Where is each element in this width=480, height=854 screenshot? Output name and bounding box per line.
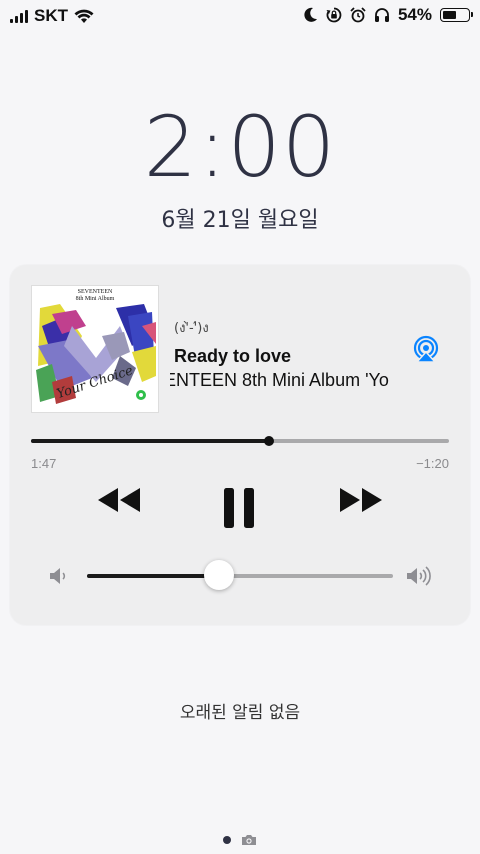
fast-forward-button[interactable] <box>338 485 384 515</box>
carrier-label: SKT <box>34 6 68 25</box>
playback-scrubber-handle[interactable] <box>264 436 275 446</box>
no-older-notifications-label: 오래된 알림 없음 <box>179 703 301 723</box>
battery-icon <box>440 8 473 22</box>
track-kaomoji: (ง'̀-'́)ง <box>174 321 209 336</box>
volume-slider[interactable] <box>87 560 393 590</box>
headphones-icon <box>374 8 389 22</box>
volume-high-icon <box>407 566 431 586</box>
playback-scrubber[interactable] <box>31 436 449 446</box>
album-art[interactable]: Your Choice SEVENTEEN 8th Mini Album <box>31 285 159 413</box>
song-title: Ready to love <box>174 346 292 366</box>
now-playing-widget[interactable]: Your Choice SEVENTEEN 8th Mini Album (ง'… <box>10 265 470 625</box>
alarm-icon <box>350 7 366 23</box>
camera-icon[interactable] <box>241 834 257 846</box>
track-info: (ง'̀-'́)ง Ready to love VENTEEN 8th Mini… <box>170 317 402 391</box>
page-dot-current <box>223 836 231 844</box>
status-bar: SKT 54% <box>0 0 480 32</box>
battery-percent: 54% <box>397 5 432 24</box>
lockscreen-time: 2:00 <box>143 98 337 196</box>
signal-icon <box>10 9 28 23</box>
airplay-icon[interactable] <box>411 335 441 365</box>
lockscreen-date: 6월 21일 월요일 <box>161 208 319 233</box>
remaining-time: −1:20 <box>416 456 449 471</box>
album-cover-title: SEVENTEEN 8th Mini Album <box>75 289 115 302</box>
volume-fill <box>87 574 219 578</box>
elapsed-time: 1:47 <box>31 456 57 471</box>
rotation-lock-icon <box>326 7 342 23</box>
moon-icon <box>304 7 317 22</box>
song-artist-album: VENTEEN 8th Mini Album 'Yo <box>170 370 389 390</box>
rewind-button[interactable] <box>96 485 142 515</box>
playback-progress-fill <box>31 439 270 443</box>
wifi-icon <box>74 9 94 23</box>
pause-button[interactable] <box>222 487 256 529</box>
music-app-icon <box>130 384 152 406</box>
volume-low-icon <box>50 568 66 584</box>
volume-slider-handle[interactable] <box>203 560 234 590</box>
page-indicator[interactable] <box>0 834 480 846</box>
